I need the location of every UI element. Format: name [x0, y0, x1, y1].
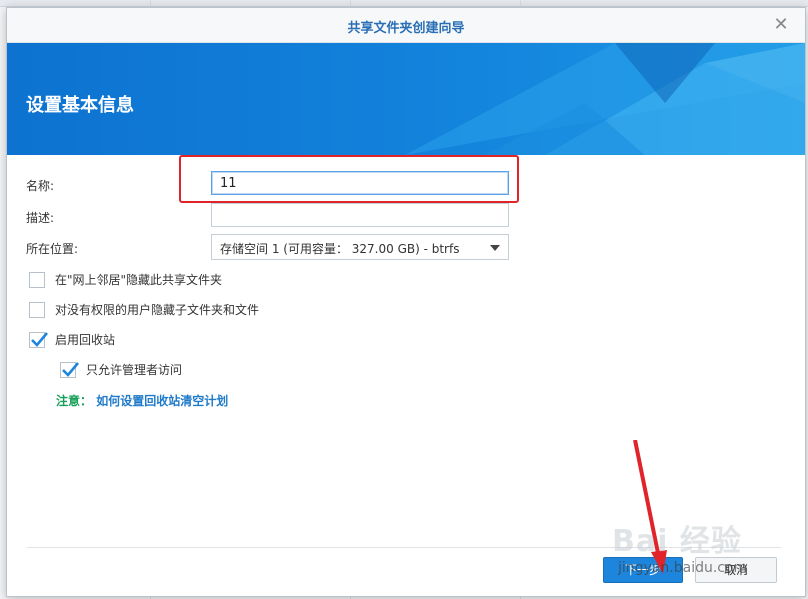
hide-in-network-checkbox[interactable] — [29, 271, 45, 288]
checkmark-icon — [62, 361, 79, 377]
watermark-logo: Bai 经验 — [612, 524, 742, 559]
recycle-bin-note: 注意： 如何设置回收站清空计划 — [56, 392, 228, 409]
highlight-annotation — [179, 155, 519, 203]
admin-only-label: 只允许管理者访问 — [86, 363, 183, 377]
location-label: 所在位置: — [26, 242, 79, 256]
dialog-titlebar: 共享文件夹创建向导 ✕ — [7, 8, 805, 43]
shared-folder-wizard-dialog: 共享文件夹创建向导 ✕ 设置基本信息 名称: 描述: 所在位置: 存储空间 1 … — [6, 7, 806, 597]
hide-subfolders-option[interactable]: 对没有权限的用户隐藏子文件夹和文件 — [29, 301, 259, 318]
banner-decoration — [405, 43, 805, 155]
wizard-banner: 设置基本信息 — [7, 43, 805, 155]
checkmark-icon — [31, 331, 48, 347]
note-prefix: 注意： — [56, 394, 93, 408]
hide-in-network-label: 在"网上邻居"隐藏此共享文件夹 — [55, 273, 223, 287]
description-label: 描述: — [26, 211, 55, 225]
hide-in-network-option[interactable]: 在"网上邻居"隐藏此共享文件夹 — [29, 271, 222, 288]
enable-recycle-bin-option[interactable]: 启用回收站 — [29, 331, 115, 348]
dialog-title: 共享文件夹创建向导 — [347, 21, 465, 36]
location-select-value: 存储空间 1 (可用容量： 327.00 GB) - btrfs — [220, 242, 460, 256]
background-toolbar — [0, 0, 808, 7]
enable-recycle-bin-checkbox[interactable] — [29, 331, 48, 348]
watermark-url: jingyan.baidu.com — [618, 560, 748, 576]
enable-recycle-bin-label: 启用回收站 — [55, 333, 116, 347]
name-label: 名称: — [26, 179, 55, 193]
chevron-down-icon — [490, 245, 500, 251]
close-icon[interactable]: ✕ — [771, 15, 791, 35]
description-input[interactable] — [211, 203, 509, 227]
recycle-bin-schedule-link[interactable]: 如何设置回收站清空计划 — [96, 394, 228, 408]
hide-subfolders-label: 对没有权限的用户隐藏子文件夹和文件 — [55, 303, 260, 317]
location-select[interactable]: 存储空间 1 (可用容量： 327.00 GB) - btrfs — [211, 234, 509, 260]
banner-title: 设置基本信息 — [26, 95, 134, 116]
hide-subfolders-checkbox[interactable] — [29, 301, 45, 318]
admin-only-checkbox[interactable] — [60, 361, 79, 378]
admin-only-option[interactable]: 只允许管理者访问 — [60, 361, 182, 378]
